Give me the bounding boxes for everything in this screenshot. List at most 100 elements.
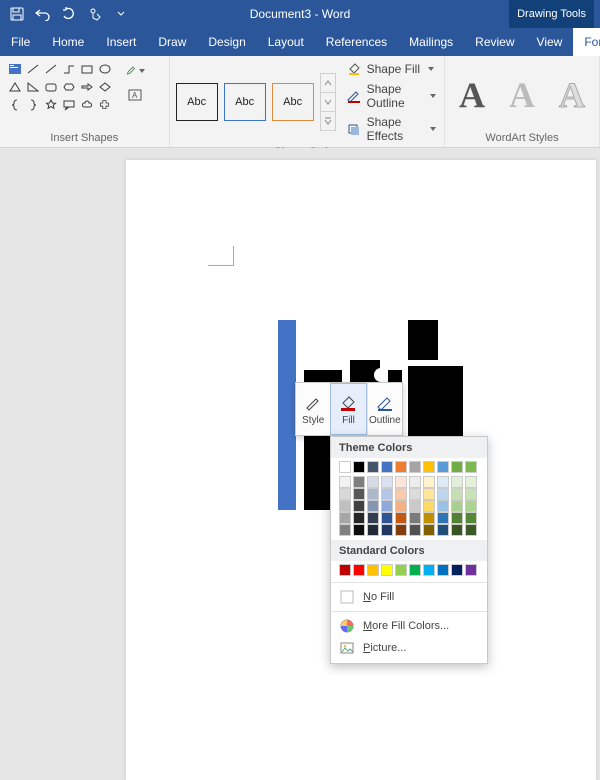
color-swatch[interactable] [353, 488, 365, 500]
color-swatch[interactable] [451, 524, 463, 536]
color-swatch[interactable] [381, 512, 393, 524]
color-swatch[interactable] [437, 461, 449, 473]
shape-line-icon[interactable] [24, 60, 41, 77]
color-swatch[interactable] [353, 476, 365, 488]
tab-format[interactable]: Format [573, 28, 600, 56]
shape-lbrace-icon[interactable] [6, 96, 23, 113]
color-swatch[interactable] [437, 524, 449, 536]
color-swatch[interactable] [409, 524, 421, 536]
shape-style-thumb-1[interactable]: Abc [176, 83, 218, 121]
color-swatch[interactable] [339, 564, 351, 576]
color-swatch[interactable] [395, 524, 407, 536]
tab-mailings[interactable]: Mailings [398, 28, 464, 56]
shape-triangle-icon[interactable] [6, 78, 23, 95]
shape-plus-icon[interactable] [96, 96, 113, 113]
chart-bar-1[interactable] [278, 320, 296, 510]
color-swatch[interactable] [367, 512, 379, 524]
undo-icon[interactable] [32, 3, 54, 25]
color-swatch[interactable] [451, 476, 463, 488]
shape-connector-icon[interactable] [60, 60, 77, 77]
color-swatch[interactable] [381, 461, 393, 473]
color-swatch[interactable] [409, 488, 421, 500]
tab-draw[interactable]: Draw [147, 28, 197, 56]
color-swatch[interactable] [353, 461, 365, 473]
color-swatch[interactable] [395, 476, 407, 488]
tab-insert[interactable]: Insert [95, 28, 147, 56]
tab-layout[interactable]: Layout [257, 28, 315, 56]
color-swatch[interactable] [339, 476, 351, 488]
color-swatch[interactable] [423, 461, 435, 473]
mini-fill-button[interactable]: Fill [330, 383, 366, 435]
color-swatch[interactable] [423, 500, 435, 512]
shape-fill-button[interactable]: Shape Fill [344, 60, 438, 78]
color-swatch[interactable] [451, 512, 463, 524]
color-swatch[interactable] [395, 564, 407, 576]
color-swatch[interactable] [465, 512, 477, 524]
color-swatch[interactable] [339, 461, 351, 473]
color-swatch[interactable] [451, 500, 463, 512]
color-swatch[interactable] [353, 564, 365, 576]
color-swatch[interactable] [423, 564, 435, 576]
color-swatch[interactable] [395, 488, 407, 500]
color-swatch[interactable] [423, 488, 435, 500]
color-swatch[interactable] [423, 512, 435, 524]
color-swatch[interactable] [409, 461, 421, 473]
color-swatch[interactable] [339, 512, 351, 524]
color-swatch[interactable] [423, 476, 435, 488]
color-swatch[interactable] [465, 500, 477, 512]
shape-line2-icon[interactable] [42, 60, 59, 77]
color-swatch[interactable] [381, 488, 393, 500]
color-swatch[interactable] [437, 476, 449, 488]
shape-cloud-icon[interactable] [78, 96, 95, 113]
shape-style-thumb-3[interactable]: Abc [272, 83, 314, 121]
tab-view[interactable]: View [526, 28, 574, 56]
color-swatch[interactable] [409, 512, 421, 524]
no-fill-item[interactable]: No Fill [331, 586, 487, 608]
wordart-style-2[interactable]: A [501, 74, 543, 116]
shape-rtriangle-icon[interactable] [24, 78, 41, 95]
redo-icon[interactable] [58, 3, 80, 25]
shape-textbox-icon[interactable] [6, 60, 23, 77]
color-swatch[interactable] [367, 488, 379, 500]
mini-style-button[interactable]: Style [296, 383, 330, 435]
color-swatch[interactable] [353, 524, 365, 536]
shape-star-icon[interactable] [42, 96, 59, 113]
gallery-down-icon[interactable] [321, 92, 335, 111]
color-swatch[interactable] [465, 476, 477, 488]
shape-roundrect-icon[interactable] [42, 78, 59, 95]
shape-hex-icon[interactable] [60, 78, 77, 95]
color-swatch[interactable] [465, 488, 477, 500]
tab-review[interactable]: Review [464, 28, 525, 56]
color-swatch[interactable] [381, 524, 393, 536]
shape-effects-button[interactable]: Shape Effects [344, 114, 438, 144]
color-swatch[interactable] [367, 524, 379, 536]
gallery-expand-icon[interactable] [321, 111, 335, 130]
color-swatch[interactable] [367, 500, 379, 512]
color-swatch[interactable] [409, 476, 421, 488]
color-swatch[interactable] [409, 500, 421, 512]
picture-fill-item[interactable]: Picture... [331, 637, 487, 659]
shape-rect-icon[interactable] [78, 60, 95, 77]
shape-diamond-icon[interactable] [96, 78, 113, 95]
shape-oval-icon[interactable] [96, 60, 113, 77]
touch-mode-icon[interactable] [84, 3, 106, 25]
color-swatch[interactable] [367, 461, 379, 473]
color-swatch[interactable] [465, 524, 477, 536]
tab-design[interactable]: Design [197, 28, 256, 56]
color-swatch[interactable] [339, 524, 351, 536]
wordart-style-3[interactable]: A [551, 74, 593, 116]
color-swatch[interactable] [465, 564, 477, 576]
shape-outline-button[interactable]: Shape Outline [344, 81, 438, 111]
chart-bar-5-top[interactable] [408, 320, 438, 360]
color-swatch[interactable] [339, 500, 351, 512]
color-swatch[interactable] [353, 512, 365, 524]
qat-more-icon[interactable] [110, 3, 132, 25]
tab-home[interactable]: Home [41, 28, 95, 56]
shape-arrow-icon[interactable] [78, 78, 95, 95]
gallery-up-icon[interactable] [321, 74, 335, 92]
color-swatch[interactable] [437, 488, 449, 500]
color-swatch[interactable] [437, 512, 449, 524]
color-swatch[interactable] [353, 500, 365, 512]
color-swatch[interactable] [339, 488, 351, 500]
shape-callout-icon[interactable] [60, 96, 77, 113]
